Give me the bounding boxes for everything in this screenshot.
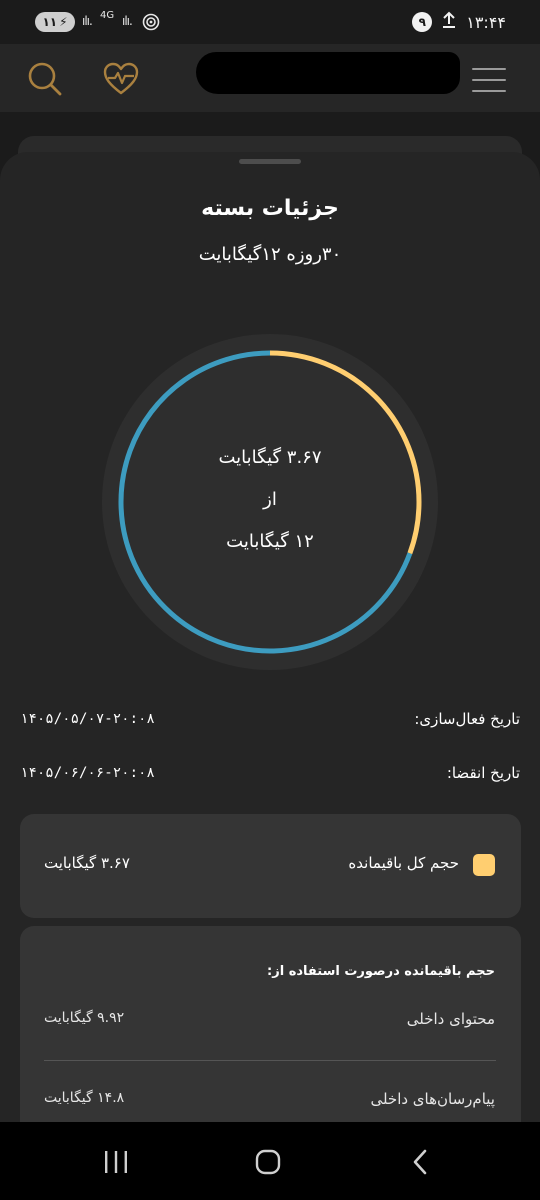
recents-icon[interactable]	[94, 1144, 138, 1180]
remaining-amount: ۳.۶۷ گیگابایت	[218, 447, 322, 468]
detail-label-internal-content: محتوای داخلی	[406, 1010, 495, 1028]
activation-date-label: تاریخ فعال‌سازی:	[414, 710, 520, 728]
upload-icon	[442, 11, 456, 33]
notification-count-badge: ۹	[412, 12, 433, 32]
heart-pulse-icon[interactable]	[102, 60, 140, 98]
redacted-area	[196, 52, 460, 94]
detail-value-internal-content: ۹.۹۲ گیگابایت	[44, 1010, 125, 1026]
activation-date-value: ۱۴۰۵/۰۵/۰۷-۲۰:۰۸	[20, 711, 155, 727]
total-amount: ۱۲ گیگابایت	[226, 531, 314, 552]
activation-date-row: ۱۴۰۵/۰۵/۰۷-۲۰:۰۸ تاریخ فعال‌سازی:	[20, 710, 520, 728]
signal-icon-2: ılı.	[122, 14, 133, 28]
sheet-drag-handle[interactable]	[239, 159, 301, 164]
total-remaining-label: حجم کل باقیمانده	[348, 854, 459, 872]
details-divider	[44, 1060, 496, 1061]
hotspot-icon	[142, 13, 160, 35]
hamburger-menu-icon[interactable]	[472, 68, 506, 92]
back-icon[interactable]	[398, 1144, 442, 1180]
expiry-date-value: ۱۴۰۵/۰۶/۰۶-۲۰:۰۸	[20, 765, 155, 781]
detail-value-internal-messengers: ۱۴.۸ گیگابایت	[44, 1090, 125, 1106]
status-time: ۱۳:۴۴	[466, 12, 506, 32]
total-remaining-card: حجم کل باقیمانده ۳.۶۷ گیگابایت	[20, 814, 521, 918]
home-icon[interactable]	[246, 1144, 290, 1180]
details-title: حجم باقیمانده درصورت استفاده از:	[267, 964, 495, 979]
charging-icon: ⚡	[59, 15, 68, 29]
expiry-date-row: ۱۴۰۵/۰۶/۰۶-۲۰:۰۸ تاریخ انقضا:	[20, 764, 520, 782]
search-icon[interactable]	[26, 60, 64, 98]
expiry-date-label: تاریخ انقضا:	[446, 764, 520, 782]
legend-swatch	[473, 854, 495, 876]
status-bar: ۱۱ ⚡ ılı. 4G ılı. ۹ ۱۳:۴۴	[0, 0, 540, 44]
sheet-title: جزئیات بسته	[201, 196, 339, 221]
remaining-details-card: حجم باقیمانده درصورت استفاده از: محتوای …	[20, 926, 521, 1126]
total-remaining-value: ۳.۶۷ گیگابایت	[44, 854, 130, 872]
detail-label-internal-messengers: پیام‌رسان‌های داخلی	[370, 1090, 495, 1108]
package-name: ۳۰روزه ۱۲گیگابایت	[198, 244, 342, 265]
battery-indicator: ۱۱ ⚡	[35, 12, 75, 32]
signal-icon: ılı.	[82, 14, 93, 28]
system-navigation-bar	[0, 1122, 540, 1200]
network-type: 4G	[100, 10, 115, 21]
of-label: از	[263, 489, 277, 510]
battery-level: ۱۱	[42, 15, 58, 29]
